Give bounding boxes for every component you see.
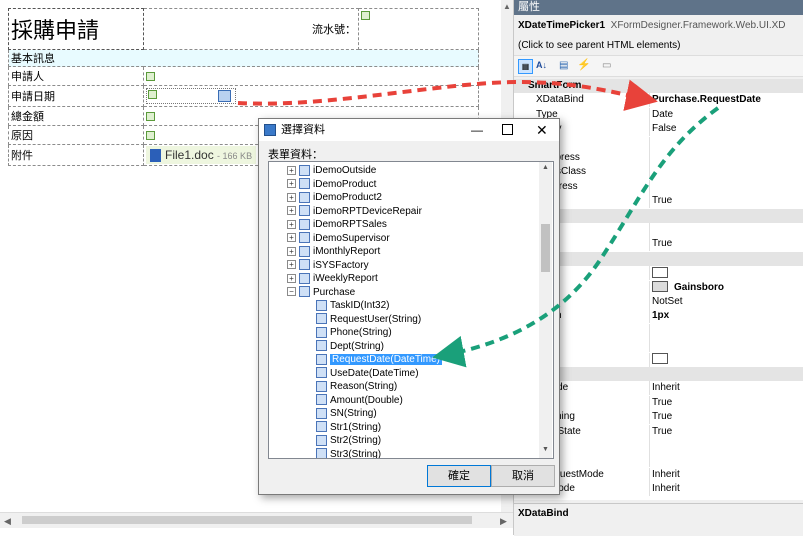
green-arrow bbox=[432, 106, 720, 368]
red-arrow bbox=[237, 79, 658, 111]
annotation-arrows bbox=[237, 79, 720, 368]
